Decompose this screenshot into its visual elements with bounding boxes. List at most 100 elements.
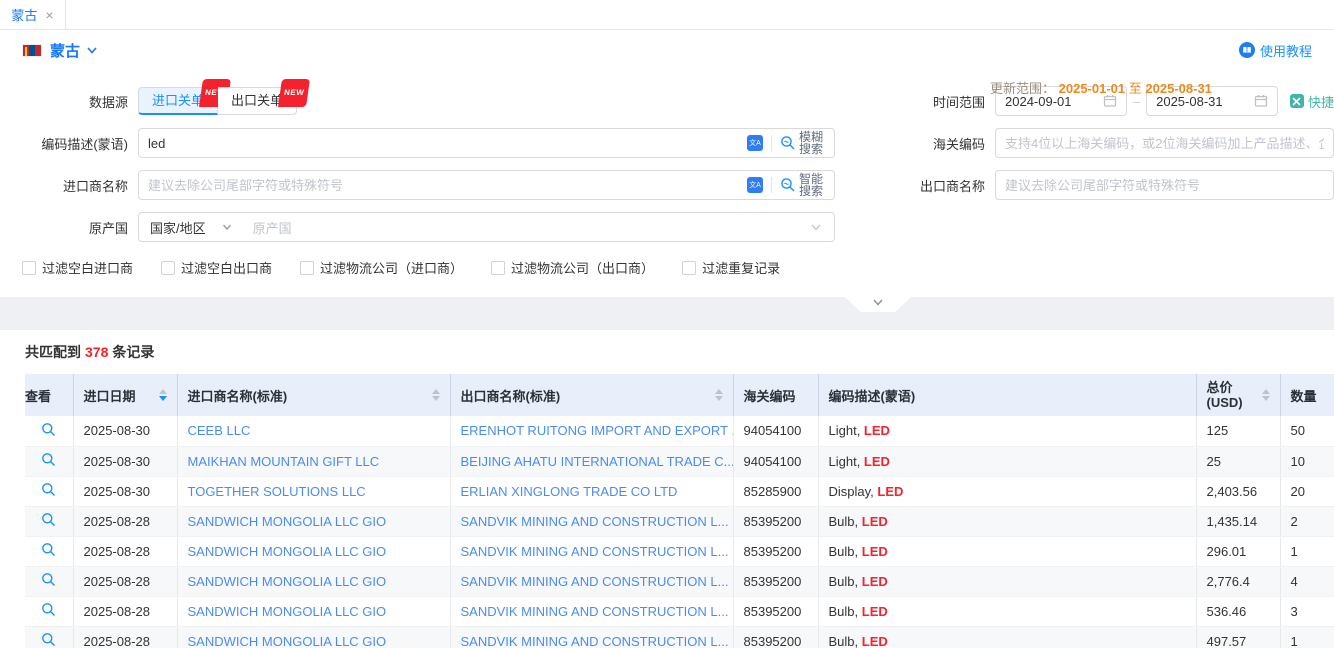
quick-select-button[interactable]: 快捷 (1290, 92, 1334, 111)
collapse-filters-handle[interactable] (845, 297, 911, 312)
translate-icon[interactable]: 文A (747, 177, 763, 193)
column-header-exporter[interactable]: 出口商名称(标准) (450, 374, 733, 416)
row-view-search-icon[interactable] (41, 602, 56, 617)
origin-country-placeholder[interactable]: 原产国 (253, 218, 292, 237)
checkbox-box-icon[interactable] (682, 261, 696, 275)
desc-text: Bulb, (829, 604, 862, 619)
sort-icon[interactable] (159, 389, 167, 401)
checkbox-box-icon[interactable] (300, 261, 314, 275)
search-icon (780, 177, 796, 193)
filter-checkbox-row: 过滤空白进口商 过滤空白出口商 过滤物流公司（进口商） 过滤物流公司（出口商） 过滤重复… (22, 258, 1334, 277)
exporter-cell: SANDVIK MINING AND CONSTRUCTION L... (450, 596, 733, 626)
table-row: 2025-08-30TOGETHER SOLUTIONS LLCERLIAN X… (25, 476, 1334, 506)
chevron-down-icon (222, 222, 232, 232)
hs-code-cell: 85395200 (733, 626, 818, 648)
chevron-down-icon[interactable] (810, 221, 822, 233)
code-desc-cell: Bulb, LED (818, 536, 1196, 566)
filter-checkbox[interactable]: 过滤重复记录 (682, 258, 780, 277)
desc-text: Bulb, (829, 634, 862, 648)
code-desc-input[interactable] (148, 136, 747, 151)
filter-checkbox[interactable]: 过滤空白出口商 (161, 258, 272, 277)
row-view-search-icon[interactable] (41, 512, 56, 527)
importer-link[interactable]: SANDWICH MONGOLIA LLC GIO (188, 574, 387, 589)
column-header-date[interactable]: 进口日期 (73, 374, 177, 416)
tab-mongolia[interactable]: 蒙古 × (0, 0, 66, 29)
importer-link[interactable]: SANDWICH MONGOLIA LLC GIO (188, 544, 387, 559)
exporter-link[interactable]: SANDVIK MINING AND CONSTRUCTION L... (461, 514, 729, 529)
row-view-search-icon[interactable] (41, 542, 56, 557)
tutorial-label[interactable]: 使用教程 (1260, 41, 1312, 60)
importer-cell: CEEB LLC (177, 416, 450, 446)
search-icon (780, 135, 796, 151)
column-header-total[interactable]: 总价(USD) (1196, 374, 1280, 416)
importer-cell: SANDWICH MONGOLIA LLC GIO (177, 536, 450, 566)
import-date-cell: 2025-08-28 (73, 506, 177, 536)
importer-link[interactable]: TOGETHER SOLUTIONS LLC (188, 484, 366, 499)
import-date-cell: 2025-08-30 (73, 416, 177, 446)
column-header-importer[interactable]: 进口商名称(标准) (177, 374, 450, 416)
exporter-name-input[interactable] (995, 170, 1334, 200)
chevron-down-icon[interactable] (86, 44, 98, 56)
table-row: 2025-08-28SANDWICH MONGOLIA LLC GIOSANDV… (25, 536, 1334, 566)
importer-link[interactable]: CEEB LLC (188, 423, 251, 438)
code-desc-cell: Display, LED (818, 476, 1196, 506)
exporter-link[interactable]: ERLIAN XINGLONG TRADE CO LTD (461, 484, 678, 499)
exporter-link[interactable]: BEIJING AHATU INTERNATIONAL TRADE C... (461, 454, 734, 469)
filter-panel: 更新范围： 2025-01-01 至 2025-08-31 数据源 进口关单 N… (0, 70, 1334, 297)
hs-code-input[interactable] (995, 128, 1334, 158)
smart-search-button[interactable]: 智能搜索 (780, 173, 825, 197)
chevron-down-icon (871, 297, 885, 309)
row-view-search-icon[interactable] (41, 572, 56, 587)
filter-row-3: 进口商名称 文A 智能搜索 出口商名称 (0, 170, 1334, 200)
exporter-cell: SANDVIK MINING AND CONSTRUCTION L... (450, 536, 733, 566)
checkbox-box-icon[interactable] (161, 261, 175, 275)
exporter-link[interactable]: SANDVIK MINING AND CONSTRUCTION L... (461, 574, 729, 589)
importer-cell: SANDWICH MONGOLIA LLC GIO (177, 626, 450, 648)
row-view-search-icon[interactable] (41, 422, 56, 437)
region-select[interactable]: 国家/地区 (139, 218, 243, 237)
update-range-label: 更新范围： (990, 81, 1055, 96)
fuzzy-search-button[interactable]: 模糊搜索 (780, 131, 825, 155)
tab-import-declarations[interactable]: 进口关单 NEW (138, 87, 218, 115)
exporter-link[interactable]: SANDVIK MINING AND CONSTRUCTION L... (461, 604, 729, 619)
new-badge: NEW (278, 79, 310, 107)
exporter-link[interactable]: SANDVIK MINING AND CONSTRUCTION L... (461, 544, 729, 559)
importer-name-input[interactable] (148, 178, 747, 193)
quantity-cell: 1 (1280, 626, 1334, 648)
desc-keyword-highlight: LED (862, 544, 888, 559)
time-range-label: 时间范围 (835, 92, 985, 111)
data-source-tabs: 进口关单 NEW 出口关单 NEW (138, 87, 297, 115)
data-source-label: 数据源 (0, 92, 128, 111)
update-range-end: 2025-08-31 (1145, 81, 1212, 96)
origin-country-group: 国家/地区 原产国 (138, 212, 835, 242)
importer-link[interactable]: MAIKHAN MOUNTAIN GIFT LLC (188, 454, 380, 469)
exporter-link[interactable]: SANDVIK MINING AND CONSTRUCTION L... (461, 634, 729, 648)
filter-checkbox[interactable]: 过滤空白进口商 (22, 258, 133, 277)
row-view-search-icon[interactable] (41, 482, 56, 497)
region-select-value: 国家/地区 (150, 218, 206, 237)
filter-checkbox[interactable]: 过滤物流公司（进口商） (300, 258, 463, 277)
tutorial-link[interactable]: 使用教程 (1239, 41, 1312, 60)
importer-link[interactable]: SANDWICH MONGOLIA LLC GIO (188, 634, 387, 648)
exporter-link[interactable]: ERENHOT RUITONG IMPORT AND EXPORT ... (461, 423, 734, 438)
row-view-search-icon[interactable] (41, 452, 56, 467)
sort-icon[interactable] (432, 389, 440, 401)
translate-icon[interactable]: 文A (747, 135, 763, 151)
column-label: 查看 (25, 386, 51, 405)
filter-checkbox[interactable]: 过滤物流公司（出口商） (491, 258, 654, 277)
close-icon[interactable]: × (45, 8, 53, 22)
sort-icon[interactable] (1262, 389, 1270, 401)
importer-link[interactable]: SANDWICH MONGOLIA LLC GIO (188, 514, 387, 529)
quick-select-label[interactable]: 快捷 (1308, 92, 1334, 111)
checkbox-label: 过滤空白出口商 (181, 258, 272, 277)
tab-export-label: 出口关单 (231, 93, 283, 108)
checkbox-box-icon[interactable] (491, 261, 505, 275)
import-date-cell: 2025-08-28 (73, 626, 177, 648)
importer-name-label: 进口商名称 (0, 176, 128, 195)
results-summary: 共匹配到378条记录 (25, 342, 1334, 362)
row-view-search-icon[interactable] (41, 632, 56, 647)
checkbox-box-icon[interactable] (22, 261, 36, 275)
tab-export-declarations[interactable]: 出口关单 NEW (218, 87, 297, 115)
importer-link[interactable]: SANDWICH MONGOLIA LLC GIO (188, 604, 387, 619)
sort-icon[interactable] (715, 389, 723, 401)
